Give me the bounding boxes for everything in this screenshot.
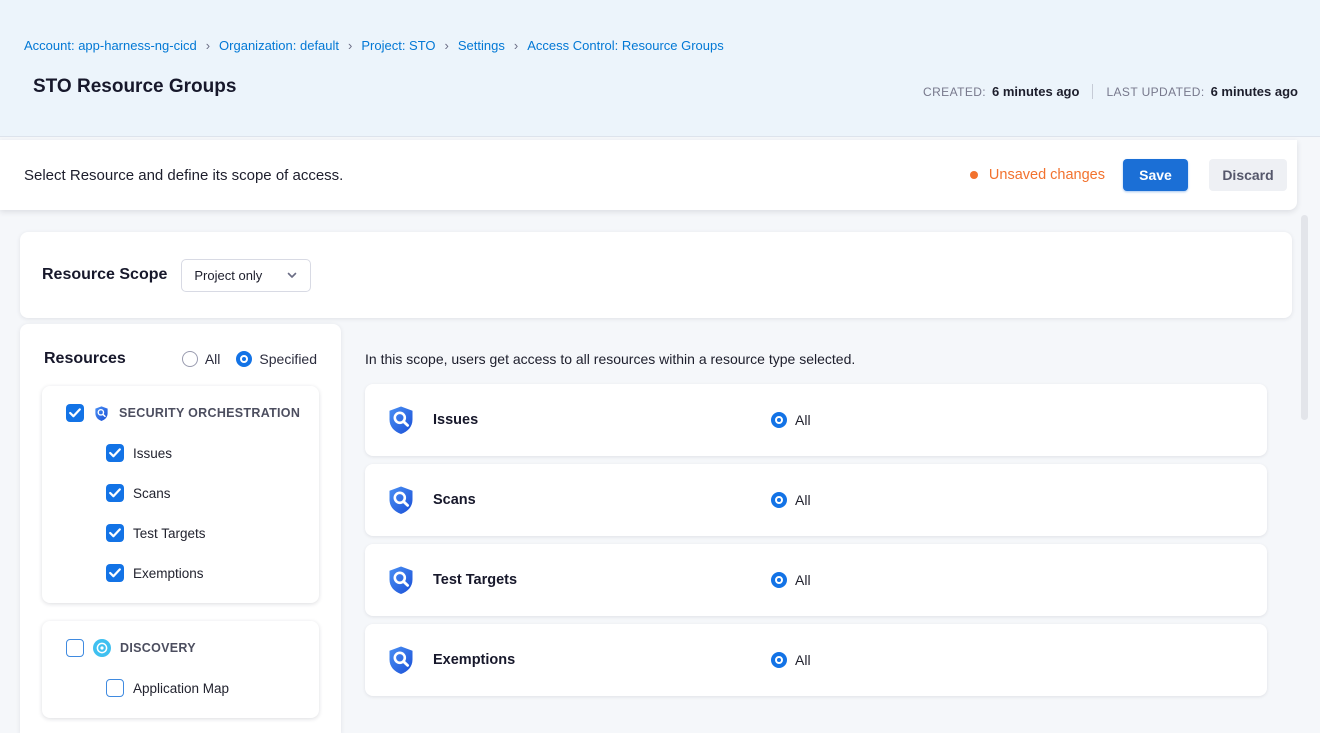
- toolbar: Select Resource and define its scope of …: [0, 140, 1297, 210]
- resources-title: Resources: [44, 350, 126, 368]
- access-all-label: All: [795, 572, 811, 588]
- sto-shield-icon: [385, 644, 417, 676]
- resource-access-radio-group: All: [771, 492, 811, 508]
- group-name-label: DISCOVERY: [120, 641, 196, 655]
- resource-type-item[interactable]: Test Targets: [106, 524, 305, 542]
- item-label: Application Map: [133, 681, 229, 696]
- radio-all-label: All: [205, 351, 221, 367]
- item-label: Exemptions: [133, 566, 204, 581]
- radio-all-icon[interactable]: [182, 351, 198, 367]
- resource-access-radio-group: All: [771, 412, 811, 428]
- breadcrumb-link[interactable]: Access Control: Resource Groups: [527, 38, 724, 53]
- resource-scope-dropdown-value: Project only: [194, 268, 262, 283]
- radio-specified-label: Specified: [259, 351, 317, 367]
- radio-all-icon[interactable]: [771, 412, 787, 428]
- resource-scope-dropdown[interactable]: Project only: [181, 259, 311, 292]
- last-updated-label: LAST UPDATED:: [1106, 85, 1204, 99]
- sto-shield-icon: [385, 484, 417, 516]
- resource-access-card: Issues All: [365, 384, 1267, 456]
- group-checkbox[interactable]: [66, 404, 84, 422]
- access-all-label: All: [795, 492, 811, 508]
- created-value: 6 minutes ago: [992, 84, 1079, 99]
- item-checkbox[interactable]: [106, 564, 124, 582]
- radio-all-icon[interactable]: [771, 652, 787, 668]
- resource-card-label: Exemptions: [433, 652, 771, 668]
- last-updated-value: 6 minutes ago: [1211, 84, 1298, 99]
- sto-shield-icon: [385, 404, 417, 436]
- resource-type-item[interactable]: Issues: [106, 444, 305, 462]
- resources-panel: Resources All Specified: [20, 324, 341, 733]
- resources-mode-radio-group: All Specified: [166, 351, 317, 367]
- breadcrumb-separator-icon: ›: [348, 38, 352, 53]
- item-checkbox[interactable]: [106, 524, 124, 542]
- item-checkbox[interactable]: [106, 484, 124, 502]
- vertical-scrollbar[interactable]: [1301, 215, 1308, 420]
- resource-group-card: SECURITY ORCHESTRATION Issues Scans Test…: [42, 386, 319, 603]
- resource-access-card: Exemptions All: [365, 624, 1267, 696]
- toolbar-description: Select Resource and define its scope of …: [24, 167, 343, 184]
- resource-card-label: Issues: [433, 412, 771, 428]
- chevron-down-icon: [286, 269, 298, 281]
- breadcrumb-separator-icon: ›: [445, 38, 449, 53]
- radio-specified-icon[interactable]: [236, 351, 252, 367]
- sto-shield-icon: [93, 405, 110, 422]
- save-button[interactable]: Save: [1123, 159, 1188, 191]
- resource-type-item[interactable]: Application Map: [106, 679, 305, 697]
- item-label: Issues: [133, 446, 172, 461]
- resource-type-item[interactable]: Scans: [106, 484, 305, 502]
- group-name-label: SECURITY ORCHESTRATION: [119, 406, 300, 420]
- breadcrumb-separator-icon: ›: [206, 38, 210, 53]
- resource-access-card: Scans All: [365, 464, 1267, 536]
- breadcrumb-link[interactable]: Project: STO: [361, 38, 435, 53]
- item-checkbox[interactable]: [106, 679, 124, 697]
- page-header: Account: app-harness-ng-cicd › Organizatio…: [0, 0, 1320, 137]
- resource-card-label: Scans: [433, 492, 771, 508]
- created-updated-meta: CREATED: 6 minutes ago LAST UPDATED: 6 m…: [923, 84, 1298, 99]
- resource-scope-label: Resource Scope: [42, 266, 167, 284]
- unsaved-changes-dot-icon: [970, 171, 978, 179]
- discovery-radar-icon: [93, 639, 111, 657]
- access-all-label: All: [795, 652, 811, 668]
- access-all-label: All: [795, 412, 811, 428]
- item-label: Test Targets: [133, 526, 206, 541]
- radio-all-icon[interactable]: [771, 572, 787, 588]
- resource-group-card: DISCOVERY Application Map: [42, 621, 319, 718]
- page-title: STO Resource Groups: [33, 76, 236, 98]
- resource-access-radio-group: All: [771, 572, 811, 588]
- resource-cards-list: Issues All Scans All Test Targ: [365, 384, 1267, 704]
- radio-option-specified[interactable]: Specified: [236, 351, 317, 367]
- resource-access-card: Test Targets All: [365, 544, 1267, 616]
- unsaved-changes-label: Unsaved changes: [989, 167, 1105, 183]
- item-checkbox[interactable]: [106, 444, 124, 462]
- breadcrumb-link[interactable]: Account: app-harness-ng-cicd: [24, 38, 197, 53]
- resource-type-item[interactable]: Exemptions: [106, 564, 305, 582]
- radio-all-icon[interactable]: [771, 492, 787, 508]
- radio-option-all[interactable]: All: [182, 351, 221, 367]
- breadcrumb-link[interactable]: Organization: default: [219, 38, 339, 53]
- group-checkbox[interactable]: [66, 639, 84, 657]
- item-label: Scans: [133, 486, 171, 501]
- sto-shield-icon: [385, 564, 417, 596]
- breadcrumb-link[interactable]: Settings: [458, 38, 505, 53]
- resource-access-radio-group: All: [771, 652, 811, 668]
- breadcrumb: Account: app-harness-ng-cicd › Organizatio…: [24, 38, 724, 53]
- resource-card-label: Test Targets: [433, 572, 771, 588]
- discard-button[interactable]: Discard: [1209, 159, 1287, 191]
- resource-scope-card: Resource Scope Project only: [20, 232, 1292, 318]
- meta-divider: [1092, 84, 1093, 99]
- breadcrumb-separator-icon: ›: [514, 38, 518, 53]
- scope-instruction-text: In this scope, users get access to all r…: [365, 351, 855, 367]
- created-label: CREATED:: [923, 85, 986, 99]
